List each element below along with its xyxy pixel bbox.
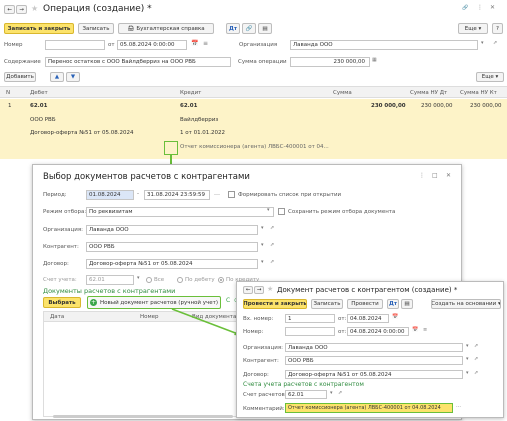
- doc-save-label: Записать: [313, 301, 341, 307]
- doc-in-number-input[interactable]: 1: [285, 314, 335, 323]
- doc-number-label: Номер:: [243, 329, 264, 335]
- doc-contractor-dropdown-icon[interactable]: ▾: [466, 357, 469, 362]
- doc-in-from-label: от:: [338, 316, 347, 322]
- doc-contractor-open-icon[interactable]: ⇗: [474, 357, 478, 362]
- doc-contractor-input[interactable]: ООО РВБ: [285, 356, 463, 365]
- doc-post-label: Провести: [351, 301, 379, 307]
- doc-in-date-input[interactable]: 04.08.2024: [347, 314, 389, 323]
- doc-equals-icon: ≡: [423, 327, 428, 333]
- doc-post-close-label: Провести и закрыть: [243, 301, 307, 307]
- doc-back-button[interactable]: ←: [243, 286, 253, 294]
- doc-date-input[interactable]: 04.08.2024 0:00:00: [347, 327, 409, 336]
- doc-account-open-icon[interactable]: ⇗: [338, 391, 342, 396]
- doc-window-title: Документ расчетов с контрагентом (создан…: [277, 286, 458, 294]
- doc-contract-open-icon[interactable]: ⇗: [474, 371, 478, 376]
- doc-account-dropdown-icon[interactable]: ▾: [330, 391, 333, 396]
- doc-post-close-button[interactable]: Провести и закрыть: [243, 299, 307, 309]
- doc-section-title: Счета учета расчетов с контрагентом: [243, 381, 364, 388]
- doc-comment-more-icon[interactable]: …: [456, 404, 461, 409]
- doc-contract-label: Договор:: [243, 372, 269, 378]
- doc-number-input[interactable]: [285, 327, 335, 336]
- doc-forward-icon: →: [256, 287, 262, 293]
- doc-create-based-button[interactable]: Создать на основании ▾: [431, 299, 501, 309]
- doc-comment-input[interactable]: Отчет комиссионера (агента) ЛВБС-400001 …: [285, 403, 453, 413]
- doc-from-label: от:: [338, 329, 347, 335]
- doc-in-number-label: Вх. номер:: [243, 316, 274, 322]
- doc-contract-dropdown-icon[interactable]: ▾: [466, 371, 469, 376]
- doc-create-based-label: Создать на основании: [431, 301, 497, 307]
- doc-forward-button[interactable]: →: [254, 286, 264, 294]
- doc-account-input[interactable]: 62.01: [285, 390, 327, 399]
- doc-calendar-icon[interactable]: 📅: [412, 328, 418, 333]
- doc-dtkt-button[interactable]: Дт: [387, 299, 399, 309]
- doc-report-button[interactable]: ▤: [401, 299, 413, 309]
- doc-comment-label: Комментарий:: [243, 406, 285, 412]
- document-window: ← → ★ Документ расчетов с контрагентом (…: [236, 281, 504, 418]
- doc-favorite-star-icon[interactable]: ★: [267, 286, 273, 293]
- doc-report-icon: ▤: [404, 301, 410, 307]
- doc-org-open-icon[interactable]: ⇗: [474, 344, 478, 349]
- doc-org-input[interactable]: Лаванда ООО: [285, 343, 463, 352]
- doc-account-label: Счет расчетов:: [243, 392, 287, 398]
- doc-org-label: Организация:: [243, 345, 284, 351]
- doc-in-calendar-icon[interactable]: 📅: [392, 315, 398, 320]
- doc-save-button[interactable]: Записать: [311, 299, 343, 309]
- doc-post-button[interactable]: Провести: [347, 299, 383, 309]
- doc-back-icon: ←: [245, 287, 251, 293]
- doc-org-dropdown-icon[interactable]: ▾: [466, 344, 469, 349]
- doc-contractor-label: Контрагент:: [243, 358, 279, 364]
- doc-contract-input[interactable]: Договор-оферта №51 от 05.08.2024: [285, 370, 463, 379]
